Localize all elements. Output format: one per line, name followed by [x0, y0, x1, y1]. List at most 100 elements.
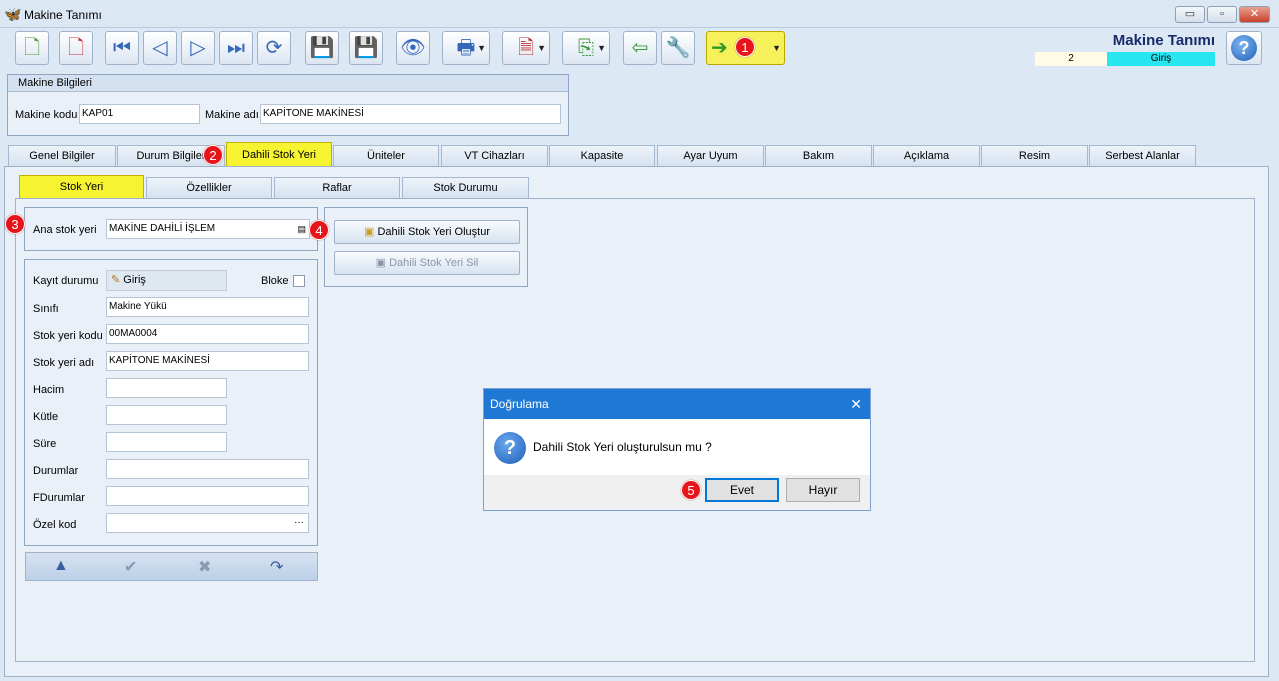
new-button[interactable]: 🗋: [15, 31, 49, 65]
prev-button[interactable]: ◁: [143, 31, 177, 65]
stock-name-label: Stok yeri adı: [33, 357, 95, 369]
states-label: Durumlar: [33, 465, 79, 477]
cancel-icon[interactable]: ✖: [198, 557, 211, 577]
first-button[interactable]: ⏮: [105, 31, 139, 65]
last-icon: ⏭: [227, 37, 245, 59]
chevron-down-icon: ▼: [597, 43, 606, 53]
record-number: 2: [1035, 52, 1107, 66]
redo-icon[interactable]: ↷: [270, 557, 283, 577]
tab-kapasite[interactable]: Kapasite: [549, 145, 655, 166]
dialog-message: Dahili Stok Yeri oluşturulsun mu ?: [533, 440, 712, 454]
block-checkbox[interactable]: [293, 275, 305, 287]
export-button[interactable]: ⎘ ▼: [562, 31, 610, 65]
tab-bakim[interactable]: Bakım: [765, 145, 872, 166]
tab-serbest-alanlar[interactable]: Serbest Alanlar: [1089, 145, 1196, 166]
record-navbar: ▲ ✔ ✖ ↷: [25, 552, 318, 581]
maximize-button[interactable]: ▫: [1207, 6, 1237, 23]
pdf-button[interactable]: 🗎 ▼: [502, 31, 550, 65]
lookup-icon[interactable]: ▤: [297, 220, 306, 238]
tab-aciklama[interactable]: Açıklama: [873, 145, 980, 166]
dialog-body: ? Dahili Stok Yeri oluşturulsun mu ?: [484, 419, 870, 475]
next-button[interactable]: ▷: [181, 31, 215, 65]
refresh-button[interactable]: ⟳: [257, 31, 291, 65]
delete-stock-button[interactable]: ▣ Dahili Stok Yeri Sil: [334, 251, 520, 275]
main-stock-field[interactable]: MAKİNE DAHİLİ İŞLEM ▤: [106, 219, 310, 239]
subtab-stok-durumu[interactable]: Stok Durumu: [402, 177, 529, 198]
tools-button[interactable]: 🔧: [661, 31, 695, 65]
delete-stock-icon: ▣: [375, 257, 387, 269]
machine-code-label: Makine kodu: [15, 109, 78, 121]
duration-label: Süre: [33, 438, 57, 450]
tab-genel-bilgiler[interactable]: Genel Bilgiler: [8, 145, 116, 166]
import-icon: ⇦: [631, 37, 649, 59]
class-label: Sınıfı: [33, 303, 59, 315]
delete-button[interactable]: 🗋: [59, 31, 93, 65]
ellipsis-icon[interactable]: ···: [294, 514, 304, 532]
check-icon[interactable]: ✔: [124, 557, 137, 577]
preview-button[interactable]: 👁: [396, 31, 430, 65]
special-code-label: Özel kod: [33, 519, 77, 531]
main-stock-value: MAKİNE DAHİLİ İŞLEM: [109, 223, 216, 234]
save-cancel-icon: 💾: [353, 37, 379, 59]
save-icon: 💾: [309, 37, 335, 59]
step-marker-4: 4: [309, 220, 329, 240]
preview-icon: 👁: [400, 37, 426, 59]
close-button[interactable]: ✕: [1239, 6, 1270, 23]
edit-icon: ✎: [111, 274, 121, 286]
volume-field[interactable]: [106, 378, 227, 398]
yes-button[interactable]: Evet: [705, 478, 779, 502]
page-title: Makine Tanımı: [1112, 32, 1215, 49]
step-marker-2: 2: [203, 145, 223, 165]
print-button[interactable]: 🖶 ▼: [442, 31, 490, 65]
minimize-button[interactable]: ▭: [1175, 6, 1205, 23]
record-status-value: Giriş: [123, 274, 146, 286]
import-button[interactable]: ⇦: [623, 31, 657, 65]
stock-code-label: Stok yeri kodu: [33, 330, 103, 342]
confirm-dialog: Doğrulama ✕ ? Dahili Stok Yeri oluşturul…: [484, 389, 870, 510]
dialog-title-text: Doğrulama: [490, 397, 549, 411]
next-icon: ▷: [190, 37, 206, 59]
volume-label: Hacim: [33, 384, 65, 396]
main-stock-label: Ana stok yeri: [33, 224, 97, 236]
question-icon: ?: [494, 432, 526, 464]
no-button[interactable]: Hayır: [786, 478, 860, 502]
title-bar: 🦋 Makine Tanımı ▭ ▫ ✕: [0, 0, 1279, 28]
main-stock-group: Ana stok yeri MAKİNE DAHİLİ İŞLEM ▤: [24, 207, 318, 251]
dialog-close-button[interactable]: ✕: [850, 389, 862, 419]
mass-field[interactable]: [106, 405, 227, 425]
machine-info-group: Makine Bilgileri Makine kodu KAP01 Makin…: [7, 74, 569, 136]
last-button[interactable]: ⏭: [219, 31, 253, 65]
duration-field[interactable]: [106, 432, 227, 452]
machine-code-field[interactable]: KAP01: [79, 104, 200, 124]
tab-resim[interactable]: Resim: [981, 145, 1088, 166]
states-field[interactable]: [106, 459, 309, 479]
fstates-field[interactable]: [106, 486, 309, 506]
save-button[interactable]: 💾: [305, 31, 339, 65]
stock-name-field[interactable]: KAPİTONE MAKİNESİ: [106, 351, 309, 371]
help-button[interactable]: ?: [1226, 31, 1262, 65]
record-status-label: Kayıt durumu: [33, 275, 99, 287]
fstates-label: FDurumlar: [33, 492, 85, 504]
tab-ayar-uyum[interactable]: Ayar Uyum: [657, 145, 764, 166]
subtab-stok-yeri[interactable]: Stok Yeri: [19, 175, 144, 198]
machine-name-label: Makine adı: [205, 109, 259, 121]
tab-vt-cihazlari[interactable]: VT Cihazları: [441, 145, 548, 166]
stock-code-field[interactable]: 00MA0004: [106, 324, 309, 344]
machine-name-field[interactable]: KAPİTONE MAKİNESİ: [260, 104, 561, 124]
add-stock-icon: ▣: [364, 226, 375, 238]
block-label: Bloke: [261, 275, 289, 287]
chevron-down-icon: ▼: [477, 43, 486, 53]
subtab-ozellikler[interactable]: Özellikler: [146, 177, 272, 198]
save-cancel-button[interactable]: 💾: [349, 31, 383, 65]
subtab-raflar[interactable]: Raflar: [274, 177, 400, 198]
group-title: Makine Bilgileri: [8, 75, 568, 92]
dialog-title: Doğrulama ✕: [484, 389, 870, 419]
special-code-field[interactable]: ···: [106, 513, 309, 533]
up-arrow-icon[interactable]: ▲: [53, 557, 69, 575]
stock-actions-group: ▣ Dahili Stok Yeri Oluştur ▣ Dahili Stok…: [324, 207, 528, 287]
tools-icon: 🔧: [665, 37, 691, 59]
class-field[interactable]: Makine Yükü: [106, 297, 309, 317]
tab-uniteler[interactable]: Üniteler: [333, 145, 439, 166]
create-stock-button[interactable]: ▣ Dahili Stok Yeri Oluştur: [334, 220, 520, 244]
tab-dahili-stok-yeri[interactable]: Dahili Stok Yeri: [226, 142, 332, 166]
